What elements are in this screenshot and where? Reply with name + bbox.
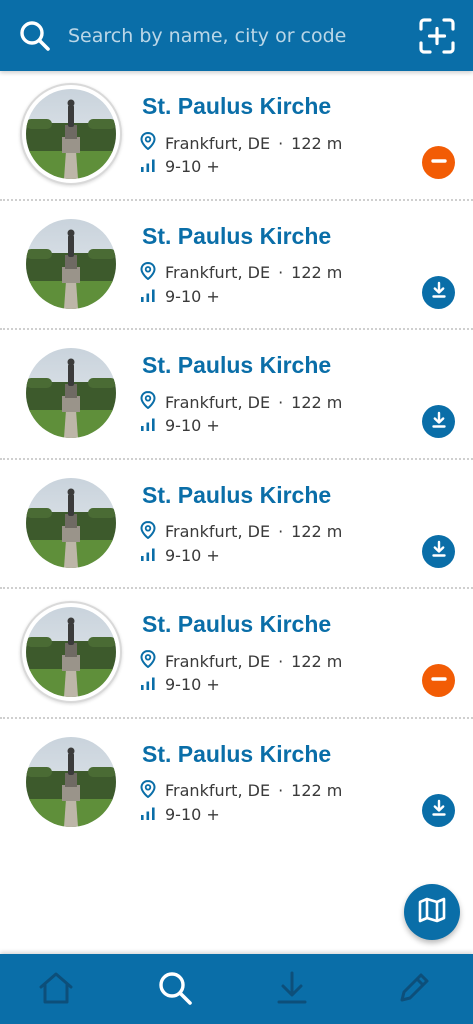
location-line: Frankfurt, DE · 122 m — [140, 779, 343, 802]
item-title[interactable]: St. Paulus Kirche — [142, 223, 331, 250]
difficulty-line: 9-10 + — [140, 805, 220, 824]
search-icon — [156, 969, 194, 1011]
remove-button[interactable] — [422, 664, 455, 697]
signal-bars-icon — [140, 287, 165, 306]
location-pin-icon — [140, 520, 165, 543]
item-location: Frankfurt, DE — [165, 263, 271, 282]
location-pin-icon — [140, 649, 165, 672]
item-difficulty: 9-10 + — [165, 675, 220, 694]
nav-edit[interactable] — [394, 970, 434, 1010]
search-input[interactable] — [68, 20, 398, 52]
item-distance: 122 m — [291, 651, 343, 671]
download-icon — [430, 411, 448, 433]
list-item[interactable]: St. Paulus Kirche Frankfurt, DE · 122 m … — [0, 201, 473, 330]
download-icon — [430, 540, 448, 562]
location-line: Frankfurt, DE · 122 m — [140, 131, 343, 154]
difficulty-line: 9-10 + — [140, 157, 220, 176]
item-difficulty: 9-10 + — [165, 416, 220, 435]
list-item[interactable]: St. Paulus Kirche Frankfurt, DE · 122 m … — [0, 330, 473, 460]
item-title[interactable]: St. Paulus Kirche — [142, 741, 331, 768]
difficulty-line: 9-10 + — [140, 546, 220, 565]
map-button[interactable] — [404, 884, 460, 940]
nav-downloads[interactable] — [272, 970, 312, 1010]
nav-search[interactable] — [155, 970, 195, 1010]
download-icon — [430, 799, 448, 821]
separator-dot: · — [278, 392, 284, 412]
download-icon — [273, 969, 311, 1011]
item-location: Frankfurt, DE — [165, 651, 271, 671]
list-item[interactable]: St. Paulus Kirche Frankfurt, DE · 122 m … — [0, 71, 473, 201]
download-icon — [430, 281, 448, 303]
separator-dot: · — [278, 651, 284, 671]
list-item[interactable]: St. Paulus Kirche Frankfurt, DE · 122 m … — [0, 719, 473, 849]
list-item[interactable]: St. Paulus Kirche Frankfurt, DE · 122 m … — [0, 460, 473, 589]
location-thumbnail — [20, 472, 122, 574]
item-distance: 122 m — [291, 392, 343, 412]
minus-icon — [430, 152, 448, 174]
result-list: St. Paulus Kirche Frankfurt, DE · 122 m … — [0, 71, 473, 848]
search-icon[interactable] — [18, 19, 52, 53]
item-distance: 122 m — [291, 781, 343, 800]
location-thumbnail — [20, 601, 122, 703]
location-pin-icon — [140, 261, 165, 284]
difficulty-line: 9-10 + — [140, 416, 220, 435]
location-thumbnail — [20, 731, 122, 833]
download-button[interactable] — [422, 275, 455, 309]
item-difficulty: 9-10 + — [165, 286, 220, 306]
download-button[interactable] — [422, 534, 455, 568]
list-item[interactable]: St. Paulus Kirche Frankfurt, DE · 122 m … — [0, 589, 473, 719]
remove-button[interactable] — [422, 146, 455, 179]
item-distance: 122 m — [291, 133, 343, 153]
item-difficulty: 9-10 + — [165, 545, 220, 565]
signal-bars-icon — [140, 805, 165, 824]
difficulty-line: 9-10 + — [140, 287, 220, 306]
minus-icon — [430, 670, 448, 692]
location-pin-icon — [140, 131, 165, 154]
top-bar — [0, 0, 473, 71]
location-line: Frankfurt, DE · 122 m — [140, 390, 343, 413]
separator-dot: · — [278, 781, 284, 800]
item-title[interactable]: St. Paulus Kirche — [142, 93, 331, 120]
bottom-nav — [0, 954, 473, 1024]
separator-dot: · — [278, 133, 284, 153]
item-difficulty: 9-10 + — [165, 804, 220, 824]
map-icon — [417, 895, 447, 929]
difficulty-line: 9-10 + — [140, 675, 220, 694]
signal-bars-icon — [140, 157, 165, 176]
signal-bars-icon — [140, 675, 165, 694]
home-icon — [37, 969, 75, 1011]
item-location: Frankfurt, DE — [165, 392, 271, 412]
item-title[interactable]: St. Paulus Kirche — [142, 482, 331, 509]
download-button[interactable] — [422, 793, 455, 827]
location-line: Frankfurt, DE · 122 m — [140, 649, 343, 672]
separator-dot: · — [278, 263, 284, 282]
download-button[interactable] — [422, 405, 455, 438]
item-location: Frankfurt, DE — [165, 781, 271, 800]
location-line: Frankfurt, DE · 122 m — [140, 520, 343, 543]
item-location: Frankfurt, DE — [165, 133, 271, 153]
location-line: Frankfurt, DE · 122 m — [140, 261, 343, 284]
item-difficulty: 9-10 + — [165, 157, 220, 176]
item-title[interactable]: St. Paulus Kirche — [142, 352, 331, 379]
item-location: Frankfurt, DE — [165, 522, 271, 541]
pencil-icon — [395, 969, 433, 1011]
location-thumbnail — [20, 83, 122, 185]
location-thumbnail — [20, 213, 122, 315]
location-pin-icon — [140, 390, 165, 413]
signal-bars-icon — [140, 546, 165, 565]
nav-home[interactable] — [36, 970, 76, 1010]
location-thumbnail — [20, 342, 122, 444]
location-pin-icon — [140, 779, 165, 802]
item-distance: 122 m — [291, 522, 343, 541]
item-title[interactable]: St. Paulus Kirche — [142, 611, 331, 638]
separator-dot: · — [278, 522, 284, 541]
item-distance: 122 m — [291, 263, 343, 282]
scan-add-icon[interactable] — [417, 16, 457, 56]
signal-bars-icon — [140, 416, 165, 435]
